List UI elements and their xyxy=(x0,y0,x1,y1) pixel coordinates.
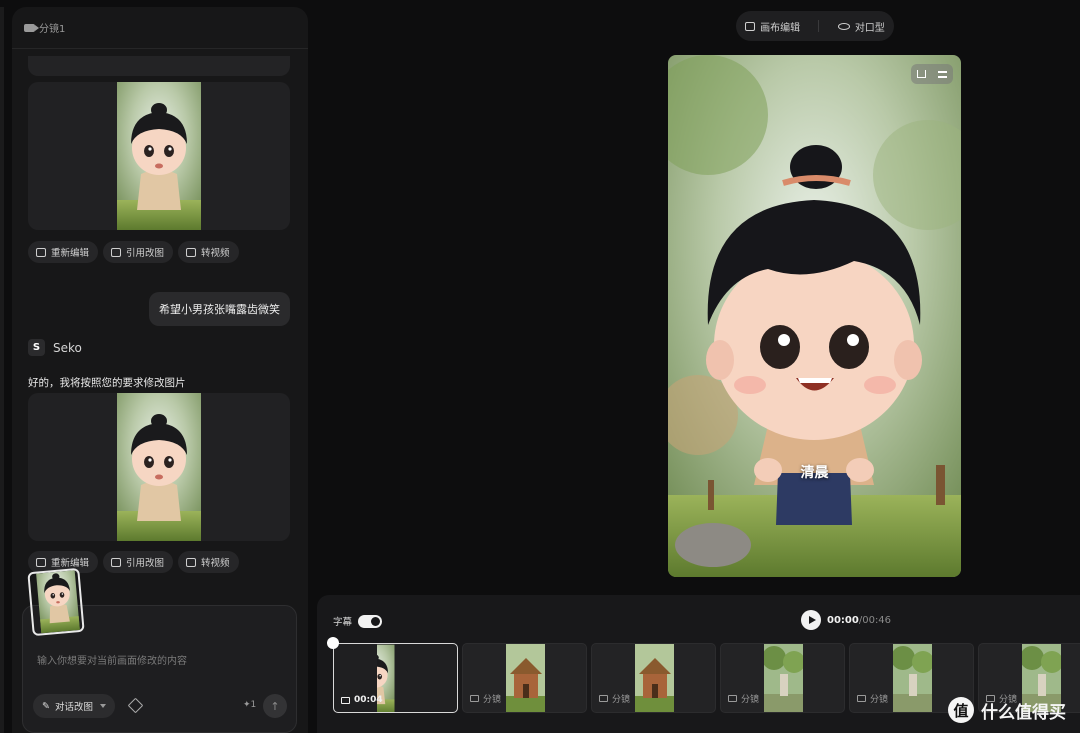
arrow-up-icon: ↑ xyxy=(270,699,280,713)
swap-icon[interactable] xyxy=(938,70,947,78)
watermark-logo: 值 xyxy=(948,697,974,723)
re-edit-button[interactable]: 重新编辑 xyxy=(28,241,99,263)
preview-image xyxy=(668,55,961,577)
image-icon xyxy=(470,695,479,702)
assistant-header: S Seko xyxy=(28,339,82,356)
attached-image-thumbnail[interactable] xyxy=(27,567,85,637)
image-icon xyxy=(599,695,608,702)
cube-icon[interactable] xyxy=(127,697,144,714)
mode-select[interactable]: ✎ 对话改图 xyxy=(33,694,115,718)
sidebar-edge xyxy=(0,7,4,733)
playback-controls: 00:00 /00:46 xyxy=(801,610,891,630)
chat-panel: 分镜1 重新编辑 引用改图 转视频 希望小男孩张嘴露齿微笑 S Seko 好的，… xyxy=(12,7,308,733)
magic-wand-icon: ✎ xyxy=(42,700,50,712)
user-message: 希望小男孩张嘴露齿微笑 xyxy=(149,292,290,326)
clip-label: 00:04 xyxy=(341,695,383,705)
canvas-icon xyxy=(745,21,756,31)
clip-thumbnail xyxy=(635,644,674,712)
video-icon xyxy=(186,557,197,567)
panel-header: 分镜1 xyxy=(12,7,308,49)
image-reference-icon xyxy=(111,557,122,567)
playhead-handle[interactable] xyxy=(327,637,339,649)
main-preview[interactable]: 清晨 xyxy=(668,55,961,577)
reference-edit-button[interactable]: 引用改图 xyxy=(103,241,174,263)
canvas-edit-button[interactable]: 画布编辑 xyxy=(745,19,800,34)
edited-image-card[interactable] xyxy=(28,393,290,541)
prompt-input[interactable]: 输入你想要对当前画面修改的内容 xyxy=(37,652,187,667)
subtitle-label: 字幕 xyxy=(333,617,353,628)
to-video-button[interactable]: 转视频 xyxy=(178,241,239,263)
time-current: 00:00 xyxy=(827,614,859,626)
clip-thumbnail xyxy=(893,644,932,712)
image-icon xyxy=(728,695,737,702)
download-icon[interactable] xyxy=(917,70,926,78)
watermark: 值 什么值得买 xyxy=(948,697,1066,723)
generated-image-card[interactable] xyxy=(28,82,290,230)
send-button[interactable]: ↑ xyxy=(263,694,287,718)
canvas-toolbar: 画布编辑 对口型 xyxy=(736,11,894,41)
clip-thumbnail xyxy=(377,644,416,712)
image-icon xyxy=(857,695,866,702)
image-icon xyxy=(341,696,350,704)
video-icon xyxy=(186,247,197,257)
to-video-button[interactable]: 转视频 xyxy=(178,551,239,573)
previous-message-card xyxy=(28,56,290,76)
assistant-name: Seko xyxy=(53,340,82,355)
clip-label: 分镜 xyxy=(857,692,888,705)
assistant-reply: 好的，我将按照您的要求修改图片 xyxy=(28,377,186,389)
timeline-clip-1[interactable]: 00:04 xyxy=(333,643,458,713)
timeline-clip-4[interactable]: 分镜 xyxy=(720,643,845,713)
toolbar-divider xyxy=(818,20,820,32)
subtitle-overlay: 清晨 xyxy=(800,465,829,481)
clip-label: 分镜 xyxy=(470,692,501,705)
play-button[interactable] xyxy=(801,610,821,630)
time-total: /00:46 xyxy=(858,614,892,626)
edit-icon xyxy=(36,557,46,567)
chevron-down-icon xyxy=(99,704,106,708)
image-actions-1: 重新编辑 引用改图 转视频 xyxy=(28,241,239,263)
subtitle-toggle[interactable] xyxy=(358,614,383,628)
generated-image-edited[interactable] xyxy=(117,393,201,541)
watermark-text: 什么值得买 xyxy=(981,702,1066,723)
panel-title: 分镜1 xyxy=(39,24,66,35)
preview-tools xyxy=(911,64,953,84)
reference-edit-button[interactable]: 引用改图 xyxy=(103,551,174,573)
image-reference-icon xyxy=(111,247,122,257)
lips-icon xyxy=(837,22,850,30)
seko-logo-icon: S xyxy=(28,339,45,356)
clip-thumbnail xyxy=(506,644,545,712)
lip-sync-button[interactable]: 对口型 xyxy=(837,19,885,34)
clip-label: 分镜 xyxy=(599,692,630,705)
clip-thumbnail xyxy=(764,644,803,712)
timeline-clip-2[interactable]: 分镜 xyxy=(462,643,587,713)
subtitle-toggle-group: 字幕 xyxy=(333,614,383,628)
video-camera-icon xyxy=(24,23,39,32)
timeline-clip-3[interactable]: 分镜 xyxy=(591,643,716,713)
edit-icon xyxy=(36,247,46,257)
clip-label: 分镜 xyxy=(728,692,759,705)
generated-image-original[interactable] xyxy=(117,82,201,230)
credit-count: ✦1 xyxy=(243,700,257,710)
